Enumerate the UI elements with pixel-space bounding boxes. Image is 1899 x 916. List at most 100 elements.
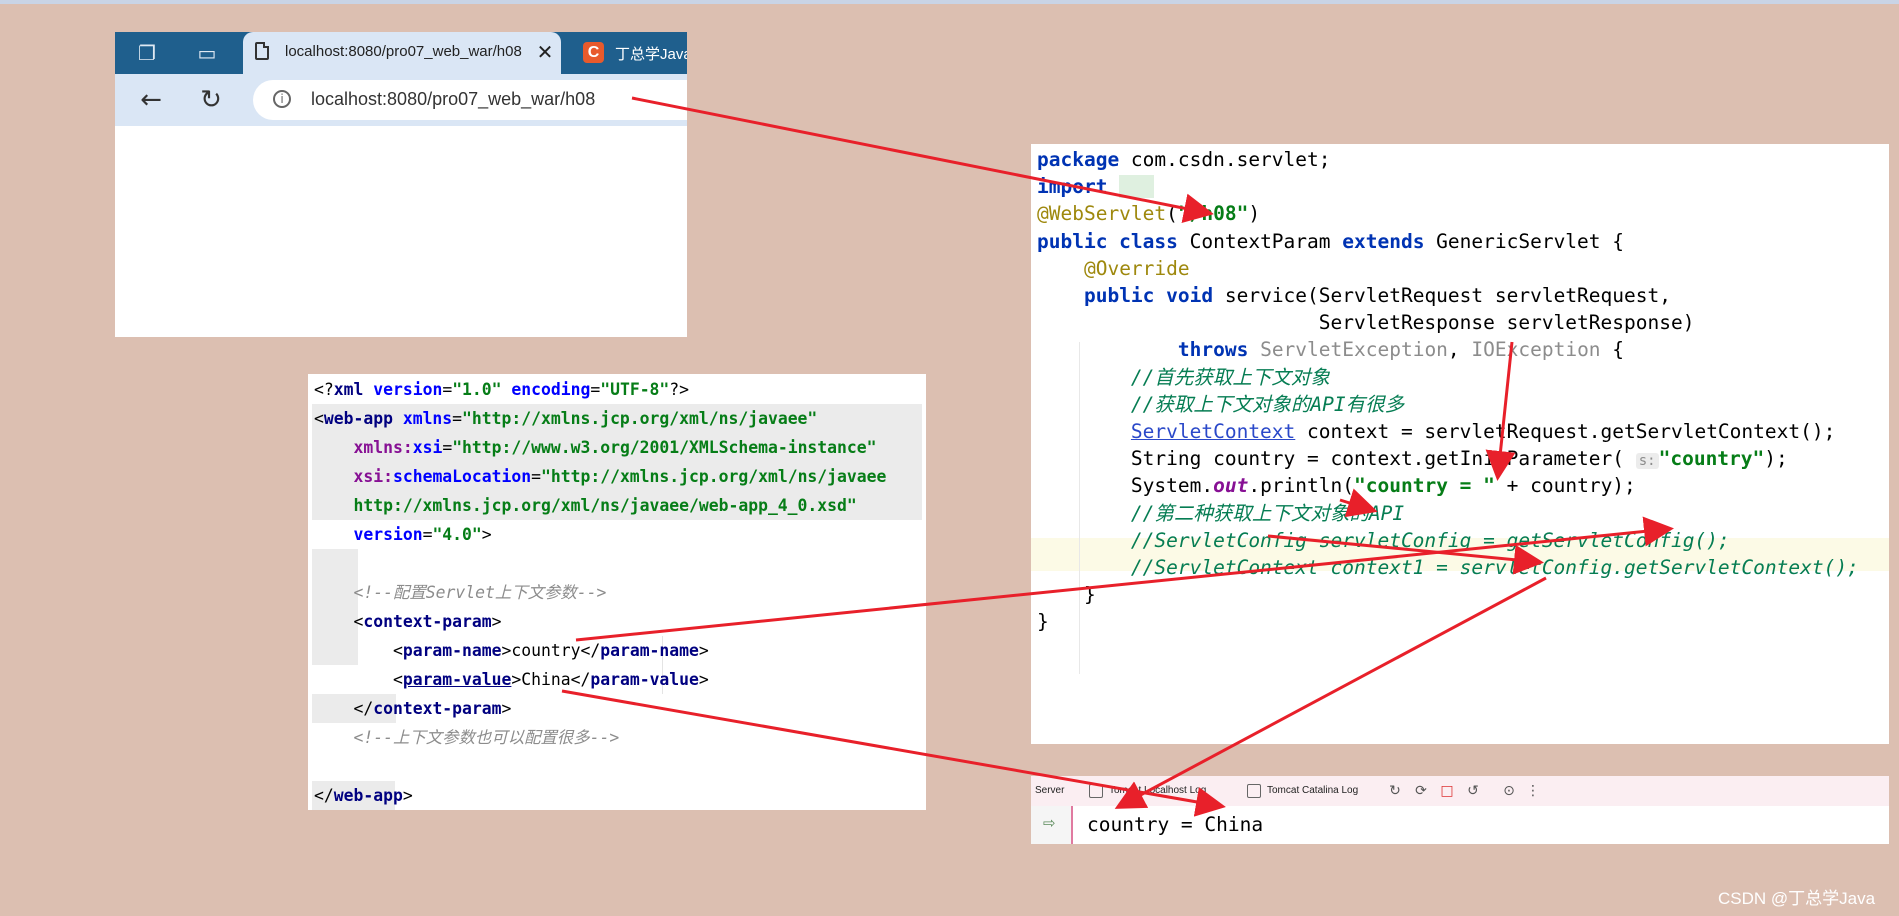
code-token: > (698, 641, 709, 660)
code-token: "1.0" (452, 380, 502, 399)
stop-icon[interactable]: □ (1439, 783, 1455, 799)
code-token: import (1037, 175, 1120, 199)
xml-code-line[interactable]: <context-param> (314, 607, 501, 636)
url-text[interactable]: localhost:8080/pro07_web_war/h08 (311, 89, 595, 110)
watermark: CSDN @丁总学Java (1718, 889, 1876, 908)
xml-code-line[interactable]: <param-value>China</param-value> (314, 665, 709, 694)
code-token: > (501, 641, 512, 660)
more-icon[interactable]: ⋮ (1525, 783, 1541, 799)
code-token: param-value (590, 670, 699, 689)
code-token: //获取上下文对象的API有很多 (1130, 392, 1405, 416)
rerun-icon[interactable]: ↻ (1387, 783, 1403, 799)
close-icon[interactable]: ✕ (533, 38, 557, 66)
csdn-favicon-icon: C (583, 42, 604, 63)
browser-tab-bar: ❐ ▭ localhost:8080/pro07_web_war/h08 ✕ C… (115, 32, 687, 74)
code-token: //第二种获取上下文对象的API (1130, 501, 1405, 525)
code-token: //ServletConfig servletConfig = getServl… (1130, 528, 1730, 552)
code-token: } (1037, 583, 1096, 607)
code-token: ServletException (1260, 338, 1448, 362)
xml-code-line[interactable]: http://xmlns.jcp.org/xml/ns/javaee/web-a… (314, 491, 856, 520)
xml-code-line[interactable]: </web-app> (314, 781, 413, 810)
code-token: "country = " (1354, 474, 1495, 498)
document-icon (255, 42, 269, 60)
java-code-line[interactable]: //ServletContext context1 = servletConfi… (1037, 551, 1859, 584)
tab-server[interactable]: Server (1035, 776, 1064, 806)
java-code-line[interactable]: } (1037, 605, 1049, 638)
xml-code-line[interactable]: xsi:schemaLocation="http://xmlns.jcp.org… (314, 462, 886, 491)
code-token: context-param (363, 612, 492, 631)
tab-localhost-log[interactable]: Tomcat Localhost Log (1109, 776, 1221, 806)
xml-code-line[interactable]: version="4.0"> (314, 520, 491, 549)
tab-title: localhost:8080/pro07_web_war/h08 (285, 43, 522, 60)
workspaces-icon[interactable]: ❐ (133, 39, 161, 67)
code-token: web-app (333, 786, 403, 805)
xml-code-line[interactable]: xmlns:xsi="http://www.w3.org/2001/XMLSch… (314, 433, 876, 462)
code-token: @Override (1083, 256, 1190, 280)
code-token: xmlns: (353, 438, 413, 457)
code-token: service(ServletRequest servletRequest, (1224, 284, 1671, 307)
code-token: </ (570, 670, 591, 689)
code-token: China (521, 670, 571, 689)
code-token: //首先获取上下文对象 (1130, 365, 1330, 389)
code-token: + country); (1494, 474, 1636, 498)
xml-code-line[interactable]: <web-app xmlns="http://xmlns.jcp.org/xml… (314, 404, 817, 433)
code-token: "http://xmlns.jcp.org/xml/ns/javaee (541, 467, 887, 486)
xml-code-line[interactable]: <!--配置Servlet上下文参数--> (314, 578, 606, 607)
code-token: = (422, 525, 433, 544)
code-token: extends (1342, 229, 1437, 253)
update-icon[interactable]: ⟳ (1413, 783, 1429, 799)
code-token: > (501, 699, 512, 718)
tab-actions-icon[interactable]: ▭ (193, 39, 221, 67)
reload-icon[interactable]: ↻ (195, 84, 227, 116)
page-content (115, 126, 687, 337)
code-token: </ (353, 699, 374, 718)
code-token: "http://xmlns.jcp.org/xml/ns/javaee" (462, 409, 818, 428)
code-token: "/h08" (1177, 202, 1249, 226)
code-token: ) (1248, 202, 1261, 226)
log-icon (1089, 784, 1103, 798)
code-token: = (452, 409, 463, 428)
code-token: = (531, 467, 541, 486)
console-arrow-icon[interactable]: ⇨ (1043, 814, 1056, 832)
code-token: > (698, 670, 709, 689)
code-token: out (1213, 474, 1249, 498)
console-text: country = China (1087, 813, 1264, 836)
code-token: "country" (1658, 447, 1765, 471)
code-token: public class (1037, 229, 1190, 253)
code-token: ( (1166, 202, 1178, 226)
tab-localhost[interactable]: localhost:8080/pro07_web_war/h08 ✕ (243, 32, 561, 74)
xml-code-line[interactable]: <!--上下文参数也可以配置很多--> (314, 723, 619, 752)
restart-icon[interactable]: ↺ (1465, 783, 1481, 799)
code-token: encoding (501, 380, 591, 399)
code-token: , (1447, 338, 1472, 362)
code-token: com.csdn.servlet; (1130, 148, 1331, 171)
java-editor: package com.csdn.servlet; import ... @WebS… (1031, 144, 1889, 744)
xml-code-line[interactable]: <?xml version="1.0" encoding="UTF-8"?> (314, 375, 689, 404)
tab-csdn[interactable]: C 丁总学Java (575, 32, 687, 74)
screenshot-icon[interactable]: ⊙ (1501, 783, 1517, 799)
code-token: String country = context.getInitParamete… (1037, 447, 1636, 471)
code-token: param-name (402, 641, 502, 660)
top-border (0, 0, 1899, 4)
xml-code-line[interactable]: <param-name>country</param-name> (314, 636, 709, 665)
code-token: ); (1764, 447, 1788, 471)
code-token: ServletContext (1130, 420, 1296, 443)
code-token: = (442, 380, 453, 399)
xml-code-line[interactable]: </context-param> (314, 694, 511, 723)
code-token: xml (333, 380, 374, 399)
code-token: { (1600, 338, 1625, 362)
info-icon[interactable]: i (273, 90, 291, 108)
tab-catalina-log[interactable]: Tomcat Catalina Log (1267, 776, 1358, 806)
code-token: ?> (669, 380, 690, 399)
code-token: <? (314, 380, 334, 399)
url-field[interactable]: i localhost:8080/pro07_web_war/h08 (253, 80, 687, 120)
back-icon[interactable]: ← (135, 84, 167, 116)
